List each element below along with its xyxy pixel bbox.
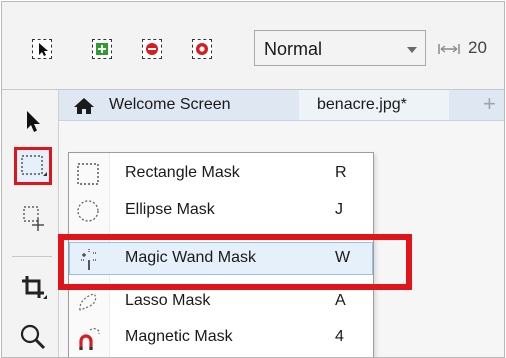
minus-icon	[146, 43, 158, 55]
app-window: Normal 20 Welcome Screen benacre.jpg* + …	[1, 1, 505, 358]
menu-item-ellipse-mask[interactable]: Ellipse Mask J	[69, 194, 373, 227]
plus-icon	[96, 43, 108, 55]
lasso-mask-icon	[79, 293, 97, 311]
feather-width-icon	[438, 44, 460, 54]
menu-item-magnetic-mask[interactable]: Magnetic Mask 4	[69, 321, 373, 354]
menu-item-rectangle-mask[interactable]: Rectangle Mask R	[69, 157, 373, 190]
merge-mode-select[interactable]: Normal	[254, 30, 426, 66]
zoom-icon[interactable]	[18, 322, 48, 352]
rectangle-mask-icon	[77, 163, 99, 185]
property-bar: Normal 20	[2, 2, 504, 90]
crop-icon[interactable]	[20, 274, 48, 302]
menu-item-shortcut: 4	[335, 328, 344, 345]
tab-document-label: benacre.jpg*	[317, 96, 407, 113]
feather-value[interactable]: 20	[468, 38, 487, 58]
tab-document[interactable]: benacre.jpg*	[299, 90, 449, 120]
rectangle-mask-icon	[21, 155, 47, 176]
chevron-down-icon	[407, 47, 417, 53]
toolbox	[2, 90, 59, 357]
mask-transform-icon[interactable]	[22, 205, 50, 233]
home-icon[interactable]	[73, 97, 95, 115]
xor-mode-button[interactable]	[192, 39, 212, 59]
menu-item-label: Lasso Mask	[125, 292, 211, 309]
merge-mode-value: Normal	[264, 39, 323, 59]
highlight-callout	[58, 234, 412, 290]
divider	[12, 256, 52, 257]
magnetic-mask-icon	[79, 328, 100, 350]
document-tabs: Welcome Screen benacre.jpg* +	[59, 90, 504, 121]
pointer-icon[interactable]	[21, 108, 43, 136]
ellipse-mask-icon	[77, 200, 99, 222]
tab-welcome-screen[interactable]: Welcome Screen	[109, 96, 231, 114]
xor-icon	[196, 43, 208, 55]
menu-item-shortcut: J	[335, 201, 343, 218]
menu-item-shortcut: A	[335, 292, 346, 309]
add-mode-button[interactable]	[92, 39, 112, 59]
menu-item-label: Magnetic Mask	[125, 328, 233, 345]
subtract-mode-button[interactable]	[142, 39, 162, 59]
new-tab-button[interactable]: +	[483, 91, 496, 117]
normal-mode-button[interactable]	[32, 39, 52, 59]
mask-tool-button[interactable]	[14, 147, 52, 185]
menu-item-label: Rectangle Mask	[125, 164, 240, 181]
menu-item-shortcut: R	[335, 164, 347, 181]
arrow-select-icon	[39, 43, 48, 56]
menu-item-label: Ellipse Mask	[125, 201, 215, 218]
